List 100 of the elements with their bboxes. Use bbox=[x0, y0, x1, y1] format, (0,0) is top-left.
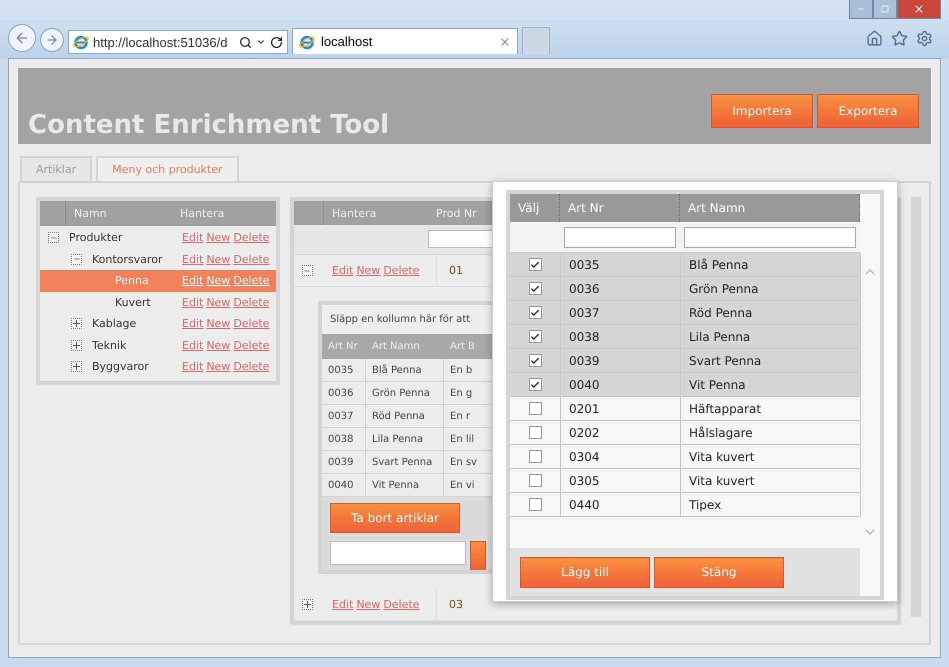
tab[interactable]: Meny och produkter bbox=[96, 156, 239, 181]
checkbox[interactable] bbox=[528, 474, 542, 487]
action-link[interactable]: Delete bbox=[233, 231, 270, 244]
action-link[interactable]: Edit bbox=[182, 274, 204, 288]
column-header: Hantera bbox=[179, 207, 226, 220]
tree-node[interactable]: Kontorsvaror bbox=[86, 252, 182, 266]
home-icon[interactable] bbox=[866, 30, 883, 47]
table-cell: Röd Penna bbox=[366, 405, 444, 428]
checkbox[interactable] bbox=[528, 402, 542, 415]
action-link[interactable]: Edit bbox=[332, 598, 354, 611]
action-link[interactable]: New bbox=[356, 598, 380, 611]
table-cell: Vita kuvert bbox=[681, 469, 861, 492]
table-cell: 0304 bbox=[561, 445, 681, 468]
checkbox[interactable] bbox=[528, 450, 542, 463]
action-link[interactable]: New bbox=[356, 264, 380, 278]
table-cell: 0039 bbox=[322, 451, 366, 474]
action-link[interactable]: New bbox=[206, 360, 230, 374]
action-link[interactable]: New bbox=[206, 296, 230, 309]
action-link[interactable]: Delete bbox=[233, 274, 270, 288]
browser-tab[interactable]: localhost bbox=[292, 28, 518, 54]
search-icon[interactable] bbox=[239, 36, 252, 48]
refresh-icon[interactable] bbox=[270, 36, 283, 48]
action-link[interactable]: Delete bbox=[233, 252, 270, 266]
action-link[interactable]: Edit bbox=[182, 338, 204, 352]
action-link[interactable]: Edit bbox=[182, 296, 204, 309]
table-cell: 0038 bbox=[561, 325, 681, 348]
expand-icon[interactable] bbox=[71, 318, 82, 330]
dialog-button[interactable]: Lägg till bbox=[520, 556, 650, 588]
table-cell: Vita kuvert bbox=[681, 445, 861, 468]
settings-icon[interactable] bbox=[916, 30, 933, 47]
table-cell: 0036 bbox=[322, 382, 366, 404]
filter-input[interactable] bbox=[684, 226, 856, 248]
table-cell: Röd Penna bbox=[681, 301, 861, 324]
table-cell: Blå Penna bbox=[366, 359, 444, 382]
address-bar[interactable]: http://localhost:51036/d bbox=[68, 30, 288, 54]
expand-icon[interactable] bbox=[302, 598, 312, 610]
column-header: Art Namn bbox=[371, 341, 421, 352]
action-link[interactable]: New bbox=[206, 231, 230, 244]
checkbox[interactable] bbox=[528, 354, 542, 367]
header-button[interactable]: Exportera bbox=[817, 94, 919, 128]
action-link[interactable]: Delete bbox=[383, 598, 420, 611]
tree-node[interactable]: Kuvert bbox=[109, 296, 182, 309]
tree-node[interactable]: Teknik bbox=[86, 338, 182, 352]
input-field[interactable] bbox=[330, 541, 466, 566]
tree-node[interactable]: Byggvaror bbox=[86, 360, 182, 374]
expand-icon[interactable] bbox=[71, 340, 82, 351]
checkbox[interactable] bbox=[528, 306, 542, 319]
filter-input[interactable] bbox=[564, 226, 676, 248]
maximize-button[interactable] bbox=[873, 0, 897, 19]
tree-node[interactable]: Kablage bbox=[86, 317, 182, 330]
checkbox[interactable] bbox=[528, 330, 542, 343]
remove-button[interactable]: Ta bort artiklar bbox=[330, 503, 460, 534]
browser-logo-icon bbox=[299, 34, 315, 50]
action-link[interactable]: Delete bbox=[233, 317, 270, 330]
forward-button[interactable] bbox=[40, 28, 64, 52]
action-link[interactable]: Edit bbox=[332, 264, 354, 278]
checkbox[interactable] bbox=[528, 498, 542, 511]
action-link[interactable]: Delete bbox=[233, 338, 270, 352]
action-link[interactable]: Edit bbox=[182, 252, 204, 266]
expand-icon[interactable] bbox=[71, 361, 82, 372]
checkbox[interactable] bbox=[528, 426, 542, 439]
column-header: Hantera bbox=[331, 206, 378, 220]
tab[interactable]: Artiklar bbox=[20, 156, 92, 181]
table-cell: Tipex bbox=[681, 493, 861, 516]
action-link[interactable]: New bbox=[206, 274, 230, 288]
header-button[interactable]: Importera bbox=[711, 94, 813, 128]
action-link[interactable]: Edit bbox=[182, 231, 204, 244]
back-button[interactable] bbox=[8, 24, 36, 52]
checkbox[interactable] bbox=[528, 258, 542, 271]
action-link[interactable]: New bbox=[206, 317, 230, 330]
table-cell: 0036 bbox=[561, 277, 681, 300]
table-cell: Vit Penna bbox=[681, 373, 861, 396]
action-link[interactable]: Edit bbox=[182, 360, 204, 374]
table-cell: 03 bbox=[436, 588, 463, 620]
minimize-button[interactable] bbox=[849, 0, 873, 19]
close-button[interactable] bbox=[897, 0, 941, 19]
collapse-icon[interactable] bbox=[48, 232, 59, 244]
close-icon[interactable] bbox=[499, 36, 511, 48]
app-title: Content Enrichment Tool bbox=[28, 110, 390, 140]
collapse-icon[interactable] bbox=[71, 254, 82, 265]
action-link[interactable]: Edit bbox=[182, 317, 204, 330]
table-cell: 0440 bbox=[561, 493, 681, 516]
checkbox[interactable] bbox=[528, 282, 542, 295]
star-icon[interactable] bbox=[891, 30, 908, 47]
action-link[interactable]: Delete bbox=[233, 360, 270, 374]
table-cell: Svart Penna bbox=[681, 349, 861, 372]
table-cell: 0305 bbox=[561, 469, 681, 492]
dialog-button[interactable]: Stäng bbox=[654, 556, 784, 588]
column-header: Prod Nr bbox=[435, 206, 478, 220]
action-link[interactable]: Delete bbox=[383, 264, 420, 278]
table-cell: 0040 bbox=[561, 373, 681, 396]
tree-node[interactable]: Produkter bbox=[63, 231, 182, 244]
collapse-icon[interactable] bbox=[302, 265, 312, 276]
action-link[interactable]: New bbox=[206, 338, 230, 352]
checkbox[interactable] bbox=[528, 378, 542, 391]
table-cell: Lila Penna bbox=[366, 428, 444, 450]
table-cell: Vit Penna bbox=[366, 474, 444, 496]
table-cell: Häftapparat bbox=[681, 397, 861, 420]
action-link[interactable]: Delete bbox=[233, 296, 270, 309]
action-link[interactable]: New bbox=[206, 252, 230, 266]
